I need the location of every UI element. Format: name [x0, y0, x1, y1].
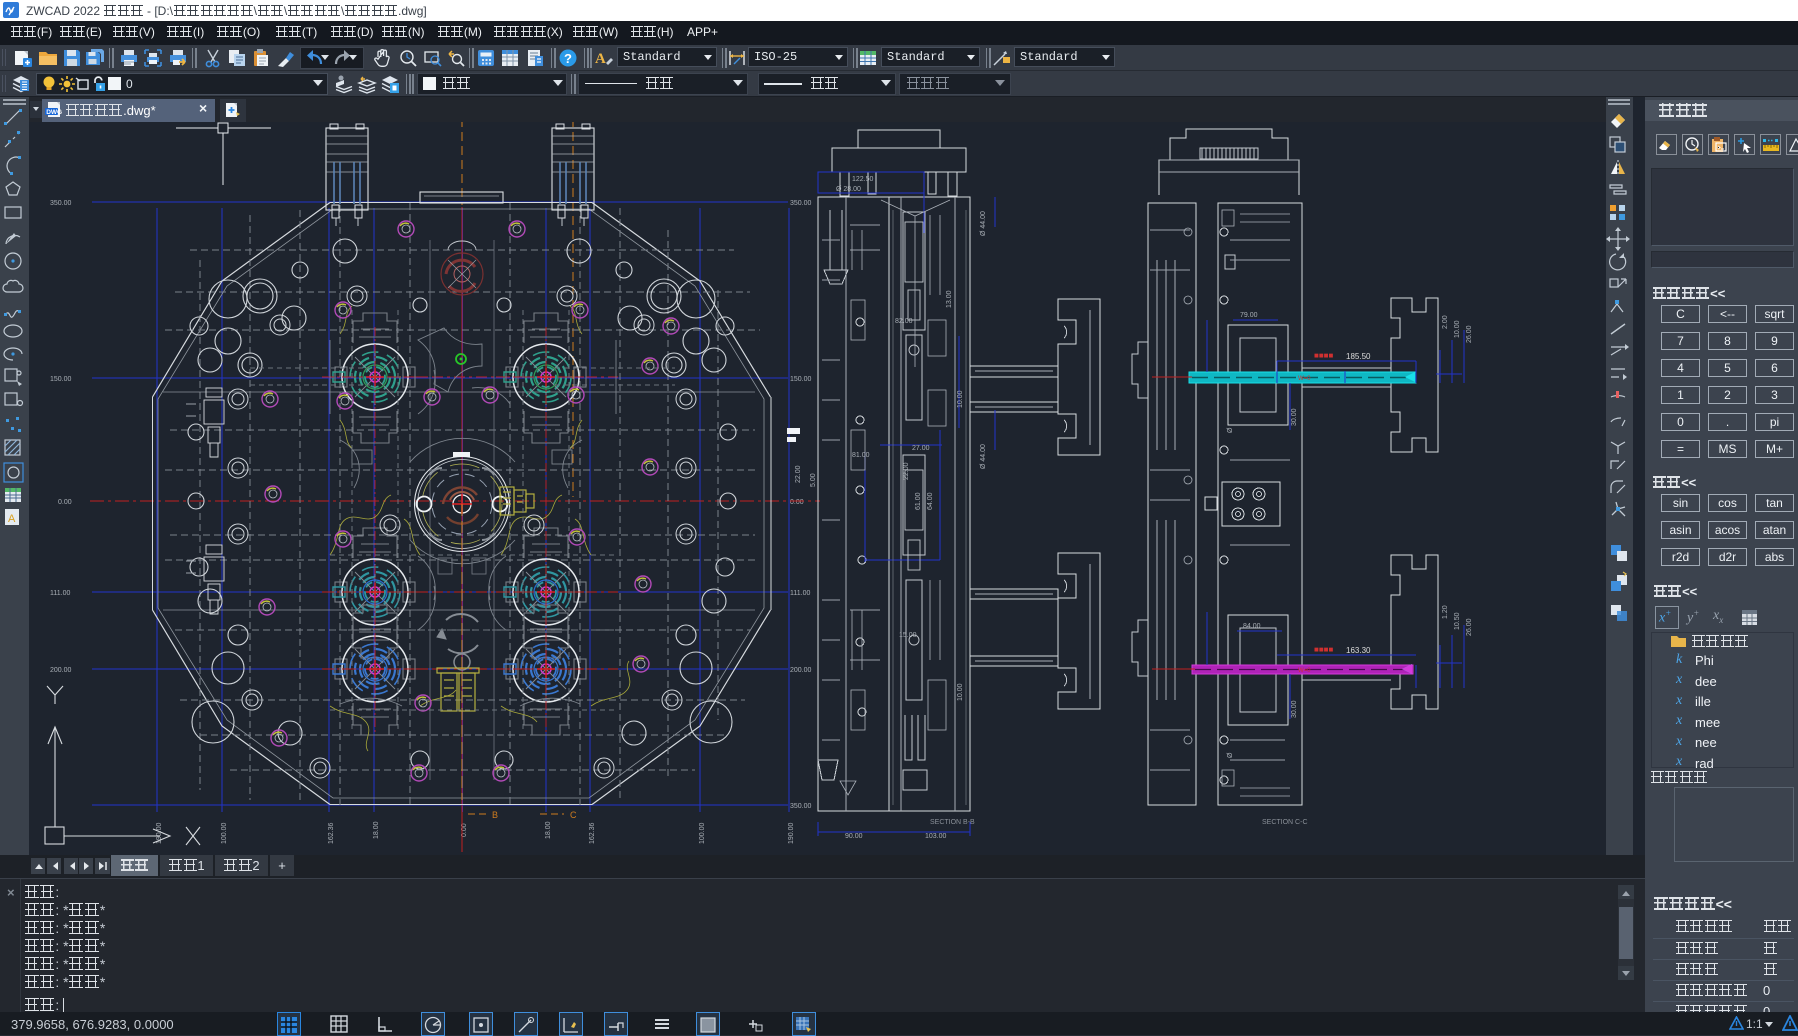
- svg-text:?: ?: [564, 51, 572, 66]
- svg-text:79.00: 79.00: [1240, 312, 1258, 319]
- svg-text:15.00: 15.00: [899, 632, 917, 639]
- svg-text:5.00: 5.00: [810, 473, 817, 487]
- svg-text:185.50: 185.50: [1346, 352, 1371, 361]
- svg-text:0.00: 0.00: [790, 499, 804, 506]
- svg-text:26.00: 26.00: [1466, 325, 1473, 343]
- svg-text:84.00: 84.00: [1243, 623, 1261, 630]
- svg-text:Ø 44.00: Ø 44.00: [980, 211, 987, 236]
- svg-text:0.00: 0.00: [58, 499, 72, 506]
- svg-text:A: A: [8, 513, 16, 525]
- svg-text:162.36: 162.36: [328, 822, 335, 844]
- svg-text:61.00: 61.00: [915, 492, 922, 510]
- svg-text:111.00: 111.00: [790, 590, 810, 597]
- svg-text:81.00: 81.00: [852, 452, 870, 459]
- svg-text:163.30: 163.30: [1346, 646, 1371, 655]
- svg-text:30.00: 30.00: [1291, 700, 1298, 718]
- svg-text:A: A: [595, 51, 606, 67]
- svg-text:27.00: 27.00: [912, 445, 930, 452]
- svg-text:190.00: 190.00: [788, 822, 795, 844]
- svg-text:W=0: W=0: [1298, 376, 1311, 382]
- svg-text:C: C: [570, 810, 577, 820]
- svg-text:90.00: 90.00: [845, 833, 863, 840]
- svg-text:122.50: 122.50: [852, 176, 874, 183]
- svg-text:350.00: 350.00: [790, 803, 812, 810]
- svg-text:SECTION B-B: SECTION B-B: [930, 819, 975, 826]
- svg-text:■■■■: ■■■■: [1314, 351, 1333, 360]
- svg-text:22.00: 22.00: [903, 462, 910, 480]
- svg-text:64.00: 64.00: [927, 492, 934, 510]
- svg-text:22.00: 22.00: [795, 465, 802, 483]
- svg-text:10.00: 10.00: [1454, 320, 1461, 338]
- svg-text:18.00: 18.00: [545, 821, 552, 839]
- svg-text:100.00: 100.00: [699, 822, 706, 844]
- svg-text:350.00: 350.00: [790, 200, 812, 207]
- svg-text:103.00: 103.00: [925, 833, 947, 840]
- svg-text:DWG: DWG: [46, 109, 62, 116]
- svg-text:10.00: 10.00: [957, 683, 964, 701]
- svg-text:200.00: 200.00: [50, 667, 72, 674]
- svg-text:200.00: 200.00: [790, 667, 812, 674]
- svg-text:111.00: 111.00: [50, 590, 70, 597]
- svg-text:150.00: 150.00: [50, 376, 72, 383]
- svg-text:2.00: 2.00: [1442, 315, 1449, 329]
- svg-text:■■■■: ■■■■: [1314, 645, 1333, 654]
- svg-text:350.00: 350.00: [50, 200, 72, 207]
- svg-text:10.50: 10.50: [1454, 612, 1461, 630]
- svg-text:Ø: Ø: [1227, 752, 1234, 758]
- svg-text:Ø 44.00: Ø 44.00: [980, 444, 987, 469]
- svg-text:10.00: 10.00: [957, 390, 964, 408]
- svg-text:B: B: [492, 810, 498, 820]
- svg-text:13.00: 13.00: [946, 290, 953, 308]
- svg-text:150.00: 150.00: [790, 376, 812, 383]
- svg-text:100.00: 100.00: [221, 822, 228, 844]
- svg-text:Ø: Ø: [1227, 427, 1234, 433]
- svg-text:162.36: 162.36: [589, 822, 596, 844]
- svg-text:18.00: 18.00: [373, 821, 380, 839]
- svg-text:1.20: 1.20: [1442, 605, 1449, 619]
- svg-text:W=0: W=0: [1298, 668, 1311, 674]
- svg-text:Ø 28.00: Ø 28.00: [836, 186, 861, 193]
- svg-text:82.00: 82.00: [895, 318, 913, 325]
- svg-text:26.00: 26.00: [1466, 618, 1473, 636]
- svg-text:SECTION C-C: SECTION C-C: [1262, 819, 1308, 826]
- svg-text:30.00: 30.00: [1291, 408, 1298, 426]
